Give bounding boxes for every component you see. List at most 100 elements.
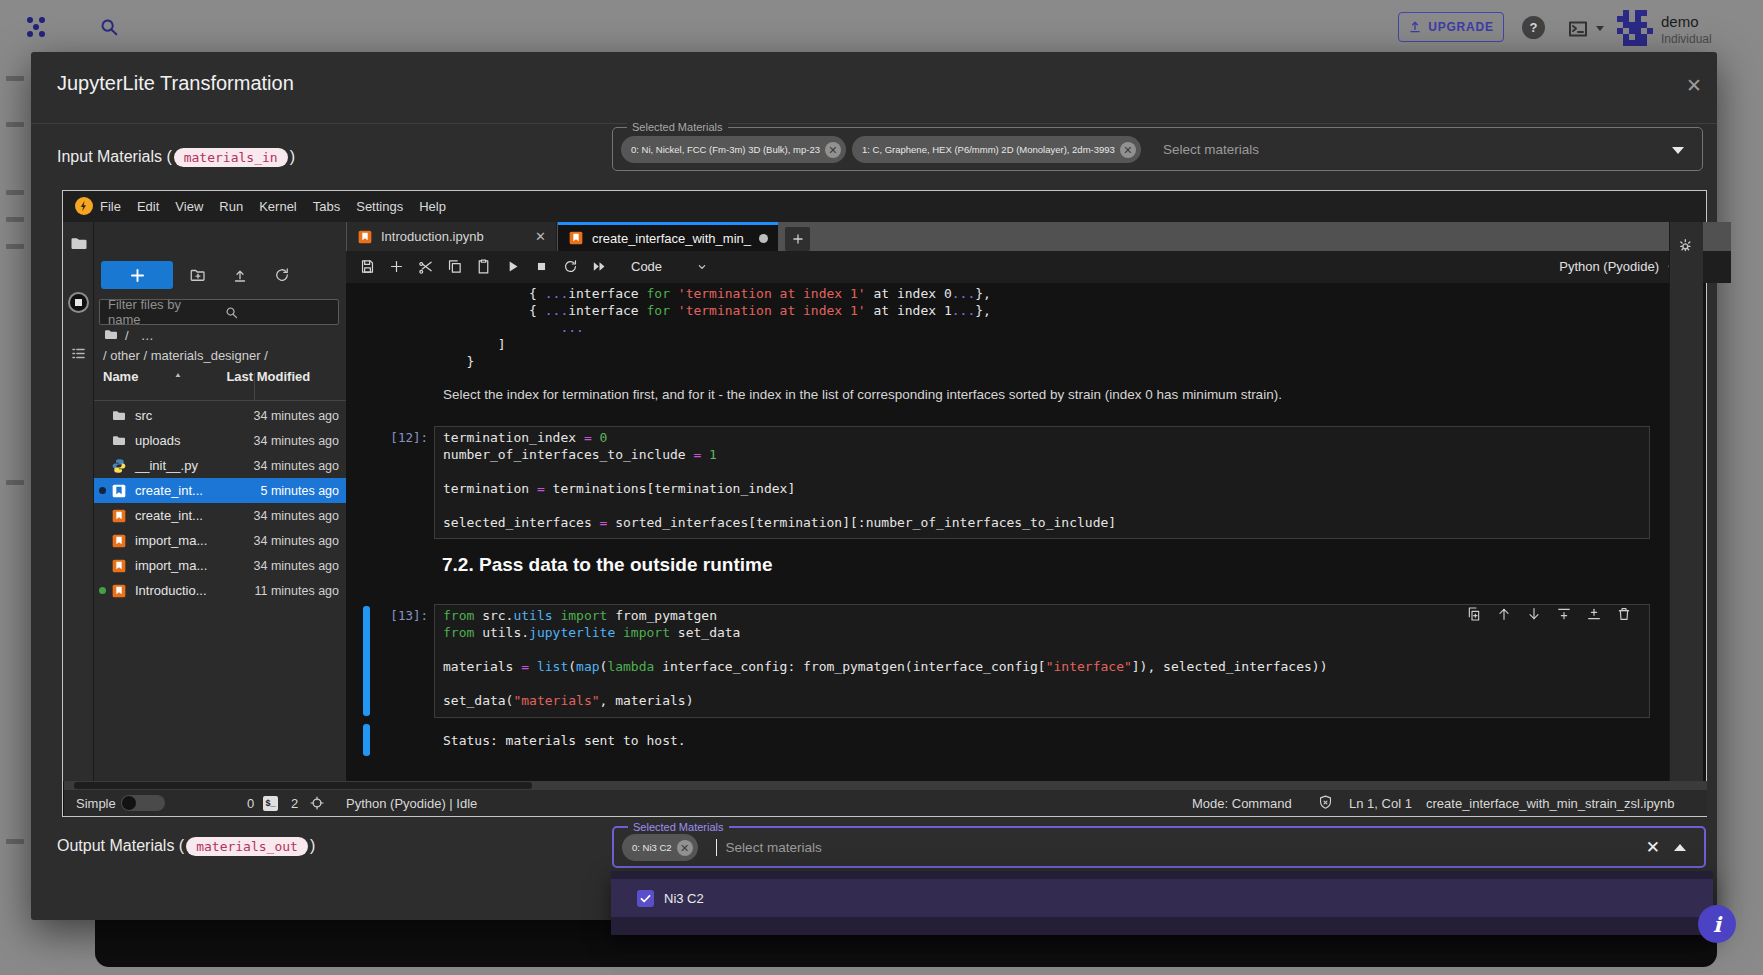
code-line: from utils.jupyterlite import set_data [443, 624, 740, 641]
horizontal-scrollbar[interactable] [64, 781, 1707, 790]
tab-introduction[interactable]: Introduction.ipynb ✕ [347, 222, 557, 251]
chip-delete-icon[interactable]: ✕ [677, 840, 693, 856]
output-materials-select[interactable]: Selected Materials 0: Ni3 C2✕Select mate… [612, 826, 1706, 868]
duplicate-icon[interactable] [1466, 606, 1482, 622]
tab-close-icon[interactable]: ✕ [535, 229, 546, 244]
input-materials-select[interactable]: Selected Materials 0: Ni, Nickel, FCC (F… [612, 127, 1703, 171]
code-line: materials = list(map(lambda interface_co… [443, 658, 1327, 675]
upgrade-button[interactable]: UPGRADE [1398, 12, 1504, 42]
menu-help[interactable]: Help [411, 191, 454, 222]
scrollbar-thumb[interactable] [74, 782, 532, 789]
file-browser-tab-icon[interactable] [69, 234, 89, 254]
material-chip[interactable]: 0: Ni3 C2✕ [622, 834, 698, 861]
move-up-icon[interactable] [1496, 606, 1512, 622]
property-inspector-gears-icon[interactable] [1677, 236, 1697, 256]
copy-icon[interactable] [446, 258, 463, 275]
menu-run[interactable]: Run [211, 191, 251, 222]
input-materials-label: Input Materials (materials_in) [57, 142, 295, 172]
plus-icon[interactable] [388, 258, 405, 275]
notebook-icon [357, 229, 373, 245]
notebook-icon [111, 558, 127, 574]
move-down-icon[interactable] [1526, 606, 1542, 622]
menu-tabs[interactable]: Tabs [305, 191, 348, 222]
chevron-up-icon[interactable] [1674, 844, 1686, 851]
clear-icon[interactable]: ✕ [1646, 837, 1660, 858]
code-line: { ...interface for 'termination at index… [529, 285, 991, 302]
user-name: demo [1661, 13, 1699, 30]
new-folder-icon[interactable] [189, 266, 207, 284]
cell-type-dropdown[interactable]: Code [631, 259, 662, 274]
kernel-count[interactable]: 2 [291, 796, 298, 811]
cell-selected-bar[interactable] [363, 606, 370, 716]
chevron-down-icon[interactable] [1672, 147, 1684, 154]
file-row[interactable]: import_ma...34 minutes ago [94, 528, 346, 553]
file-row[interactable]: src34 minutes ago [94, 403, 346, 428]
dropdown-option[interactable]: Ni3 C2 [611, 879, 1713, 917]
cut-icon[interactable] [417, 258, 434, 275]
menu-settings[interactable]: Settings [348, 191, 411, 222]
upload-icon[interactable] [231, 266, 249, 284]
file-row[interactable]: create_int...34 minutes ago [94, 503, 346, 528]
sort-ascending-icon [172, 369, 184, 384]
menu-items: FileEditViewRunKernelTabsSettingsHelp [92, 191, 454, 222]
help-button[interactable]: ? [1522, 16, 1545, 39]
menu-edit[interactable]: Edit [129, 191, 167, 222]
kernel-name[interactable]: Python (Pyodide) [1559, 259, 1659, 274]
menu-file[interactable]: File [92, 191, 129, 222]
file-row[interactable]: uploads34 minutes ago [94, 428, 346, 453]
delete-icon[interactable] [1616, 606, 1632, 622]
save-icon[interactable] [359, 258, 376, 275]
restart-icon[interactable] [562, 258, 579, 275]
new-tab-button[interactable] [785, 227, 810, 251]
simple-mode-toggle[interactable] [121, 795, 165, 811]
menu-view[interactable]: View [167, 191, 211, 222]
run-icon[interactable] [504, 258, 521, 275]
table-of-contents-icon[interactable] [69, 344, 88, 363]
chip-delete-icon[interactable]: ✕ [1120, 142, 1136, 158]
file-filter-input[interactable]: Filter files by name [99, 299, 339, 325]
input-select-label: Selected Materials [627, 121, 728, 134]
insert-above-icon[interactable] [1556, 606, 1572, 622]
refresh-icon[interactable] [273, 266, 291, 284]
file-row[interactable]: import_ma...34 minutes ago [94, 553, 346, 578]
folder-icon [111, 408, 127, 424]
stop-icon[interactable] [533, 258, 550, 275]
terminal-menu-icon[interactable] [1566, 17, 1590, 41]
breadcrumb[interactable]: / … [103, 327, 154, 343]
new-launcher-button[interactable] [101, 261, 173, 289]
insert-below-icon[interactable] [1586, 606, 1602, 622]
menu-kernel[interactable]: Kernel [251, 191, 305, 222]
header-underline [94, 400, 346, 401]
notebook-content[interactable]: { ...interface for 'termination at index… [346, 283, 1669, 781]
text-cursor [716, 839, 717, 856]
material-chip[interactable]: 0: Ni, Nickel, FCC (Fm-3m) 3D (Bulk), mp… [621, 136, 846, 163]
chip-delete-icon[interactable]: ✕ [825, 142, 841, 158]
file-row[interactable]: create_int...5 minutes ago [94, 478, 346, 503]
code-line: termination = terminations[termination_i… [443, 480, 795, 497]
file-list-header[interactable]: Name Last Modified [103, 369, 339, 384]
python-icon [111, 458, 127, 474]
notebook-icon [111, 533, 127, 549]
paste-icon[interactable] [475, 258, 492, 275]
shield-icon [1317, 794, 1334, 811]
app-logo-icon[interactable] [24, 15, 48, 39]
chevron-down-icon[interactable] [694, 259, 710, 275]
checkbox-checked-icon[interactable] [637, 890, 654, 907]
file-row[interactable]: Introductio...11 minutes ago [94, 578, 346, 603]
notebook-icon [111, 483, 127, 499]
upgrade-arrow-icon [1408, 20, 1422, 34]
dialog-close-icon[interactable]: ✕ [1686, 74, 1702, 97]
tab-create-interface[interactable]: create_interface_with_min_ [558, 222, 778, 251]
notification-count[interactable]: 0 [247, 796, 254, 811]
file-row[interactable]: __init__.py34 minutes ago [94, 453, 346, 478]
run-all-icon[interactable] [591, 258, 608, 275]
search-icon[interactable] [98, 16, 120, 38]
output-collapser-bar[interactable] [363, 724, 370, 756]
output-materials-label: Output Materials (materials_out) [57, 831, 315, 861]
breadcrumb-path[interactable]: / other / materials_designer / [103, 348, 268, 363]
kernel-status-label[interactable]: Python (Pyodide) | Idle [346, 796, 477, 811]
info-fab-button[interactable]: i [1698, 905, 1736, 943]
avatar[interactable] [1617, 10, 1653, 46]
material-chip[interactable]: 1: C, Graphene, HEX (P6/mmm) 2D (Monolay… [852, 136, 1141, 163]
running-sessions-icon[interactable] [68, 292, 89, 313]
